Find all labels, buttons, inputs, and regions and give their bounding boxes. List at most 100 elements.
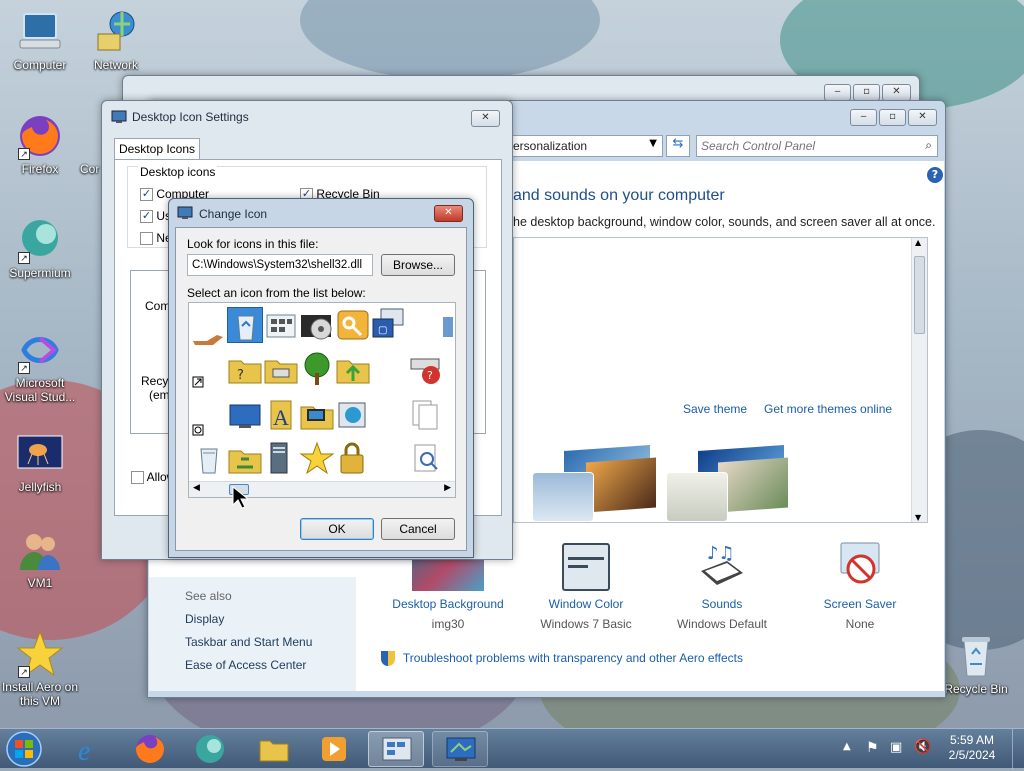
taskbar-supermium[interactable] xyxy=(184,731,236,767)
taskbar-media-player[interactable] xyxy=(308,731,360,767)
shortcut-overlay-icon[interactable] xyxy=(191,363,227,399)
folder-help-icon[interactable]: ? xyxy=(227,351,263,387)
scroll-up-icon[interactable]: ▲ xyxy=(915,238,921,247)
font-icon[interactable]: A xyxy=(263,397,299,433)
network-tray-icon[interactable]: ▣ xyxy=(890,740,902,755)
server-icon[interactable] xyxy=(263,441,299,477)
troubleshoot-row[interactable]: Troubleshoot problems with transparency … xyxy=(381,651,743,666)
shortcut-arrow-icon: ↗ xyxy=(18,666,30,678)
ok-button[interactable]: OK xyxy=(300,518,374,540)
icon-grid[interactable]: ▢ ? ? A ◀ ▶ xyxy=(188,302,456,498)
minimize-button[interactable]: ‒ xyxy=(850,109,877,126)
taskbar-desktop-icon-settings[interactable] xyxy=(432,731,488,767)
see-also-link-taskbar[interactable]: Taskbar and Start Menu xyxy=(185,635,312,649)
get-more-themes-link[interactable]: Get more themes online xyxy=(764,402,892,416)
checkbox-box[interactable] xyxy=(140,232,153,246)
troubleshoot-link[interactable]: Troubleshoot problems with transparency … xyxy=(403,651,743,665)
close-button[interactable]: ✕ xyxy=(434,205,463,222)
icon-grid-scrollbar[interactable]: ◀ ▶ xyxy=(189,481,455,497)
checkbox-box[interactable]: ✓ xyxy=(140,188,153,202)
folder-network-icon[interactable] xyxy=(227,441,263,477)
windows-program-icon[interactable]: ▢ xyxy=(371,307,407,343)
desktop-icon-jellyfish[interactable]: Jellyfish xyxy=(0,430,80,494)
show-hidden-icons[interactable]: ▲ xyxy=(843,741,851,752)
search-icon[interactable]: ⌕ xyxy=(925,138,932,153)
file-path-input[interactable] xyxy=(187,254,373,276)
partial-icon[interactable] xyxy=(443,307,455,343)
browse-button[interactable]: Browse... xyxy=(381,254,455,276)
start-button[interactable] xyxy=(4,730,44,768)
theme-thumbnail[interactable] xyxy=(666,444,788,522)
volume-muted-icon[interactable]: 🔇 xyxy=(914,739,931,755)
close-button[interactable]: ✕ xyxy=(908,109,937,126)
help-icon[interactable]: ? xyxy=(927,167,943,183)
clock[interactable]: 5:59 AM 2/5/2024 xyxy=(944,733,1000,763)
close-button[interactable]: ✕ xyxy=(882,84,911,101)
monitor-icon[interactable] xyxy=(227,397,263,433)
desktop-icon-visual-studio[interactable]: ↗ Microsoft Visual Stud... xyxy=(0,326,80,404)
desktop-icon-label: Recycle Bin xyxy=(944,682,1008,696)
theme-list-scrollbar[interactable]: ▲ ▼ xyxy=(911,238,927,522)
search-document-icon[interactable] xyxy=(409,441,445,477)
control-panel-grid-icon[interactable] xyxy=(263,307,299,343)
scroll-right-icon[interactable]: ▶ xyxy=(444,483,451,493)
chevron-down-icon[interactable]: ▼ xyxy=(649,138,657,149)
drive-help-icon[interactable]: ? xyxy=(409,351,445,387)
setting-title[interactable]: Window Color xyxy=(521,597,651,611)
desktop-icon-control-panel[interactable]: Cor xyxy=(64,112,104,176)
cancel-button[interactable]: Cancel xyxy=(381,518,455,540)
minimize-button[interactable]: ‒ xyxy=(824,84,851,101)
taskbar-control-panel[interactable] xyxy=(368,731,424,767)
desktop-icon-install-aero[interactable]: ↗ Install Aero on this VM xyxy=(0,630,80,708)
checkbox-box[interactable]: ✓ xyxy=(140,210,153,224)
show-desktop-button[interactable] xyxy=(1012,729,1024,769)
search-input[interactable] xyxy=(701,138,911,154)
window-color-setting[interactable]: Window Color Windows 7 Basic xyxy=(521,541,651,631)
lock-icon[interactable] xyxy=(335,441,371,477)
svg-text:?: ? xyxy=(427,369,433,382)
theme-list[interactable]: ▲ ▼ Save theme Get more themes online xyxy=(513,237,928,523)
desktop-icon-recycle-bin[interactable]: Recycle Bin xyxy=(936,632,1016,696)
refresh-icon[interactable]: ⇆ xyxy=(666,135,690,157)
setting-title[interactable]: Desktop Background xyxy=(383,597,513,611)
close-button[interactable]: ✕ xyxy=(471,110,500,127)
taskbar-internet-explorer[interactable]: e xyxy=(64,731,116,767)
desktop-icon-computer[interactable]: Computer xyxy=(0,8,80,72)
folder-drive-icon[interactable] xyxy=(263,351,299,387)
address-bar[interactable]: ersonalization ▼ xyxy=(508,135,663,157)
save-theme-link[interactable]: Save theme xyxy=(683,402,747,416)
folder-up-icon[interactable] xyxy=(335,351,371,387)
screen-saver-setting[interactable]: Screen Saver None xyxy=(795,541,925,631)
taskbar-firefox[interactable] xyxy=(124,731,176,767)
media-player-icon[interactable] xyxy=(299,307,335,343)
recycle-bin-empty-icon[interactable] xyxy=(227,307,263,343)
recycle-bin-full-icon[interactable] xyxy=(191,441,227,477)
sounds-setting[interactable]: ♪♫ Sounds Windows Default xyxy=(657,541,787,631)
action-center-flag-icon[interactable]: ⚑ xyxy=(866,740,879,756)
tab-desktop-icons[interactable]: Desktop Icons xyxy=(114,138,200,160)
desktop-icon-supermium[interactable]: ↗ Supermium xyxy=(0,216,80,280)
documents-icon[interactable] xyxy=(409,397,445,433)
tree-icon[interactable] xyxy=(299,351,335,387)
theme-thumbnail[interactable] xyxy=(530,444,656,522)
scrollbar-thumb[interactable] xyxy=(914,256,925,334)
windows-explorer-icon[interactable] xyxy=(335,397,371,433)
desktop-icon-vm1[interactable]: VM1 xyxy=(0,526,80,590)
maximize-button[interactable]: ▫ xyxy=(879,109,906,126)
folder-computer-icon[interactable] xyxy=(299,397,335,433)
scroll-left-icon[interactable]: ◀ xyxy=(193,483,200,493)
search-box[interactable]: ⌕ xyxy=(696,135,938,157)
hand-share-icon[interactable] xyxy=(191,317,227,353)
see-also-link-ease-of-access[interactable]: Ease of Access Center xyxy=(185,658,306,672)
taskbar-explorer[interactable] xyxy=(248,731,300,767)
maximize-button[interactable]: ▫ xyxy=(853,84,880,101)
scroll-down-icon[interactable]: ▼ xyxy=(915,513,921,522)
checkbox-box[interactable] xyxy=(131,471,144,485)
favorites-star-icon[interactable] xyxy=(299,441,335,477)
checkbox-network[interactable]: Ne xyxy=(140,231,172,246)
see-also-link-display[interactable]: Display xyxy=(185,612,224,626)
setting-title[interactable]: Sounds xyxy=(657,597,787,611)
desktop-icon-network[interactable]: Network xyxy=(76,8,156,72)
setting-title[interactable]: Screen Saver xyxy=(795,597,925,611)
key-icon[interactable] xyxy=(335,307,371,343)
